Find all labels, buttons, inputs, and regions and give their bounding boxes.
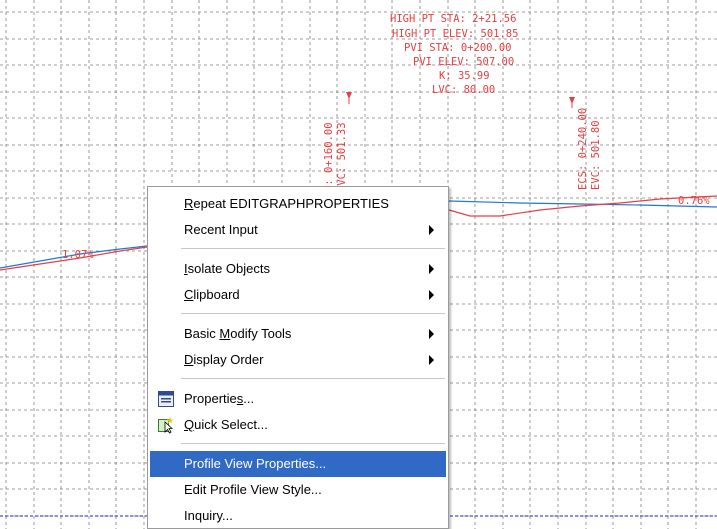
menu-item-quick-select[interactable]: Quick Select... [150,412,446,438]
properties-icon [158,391,174,407]
menu-item-label: Repeat EDITGRAPHPROPERTIES [184,196,389,211]
submenu-arrow-icon [429,225,434,235]
menu-item-inquiry[interactable]: Inquiry... [150,503,446,529]
evc-annotation: ECS: 0+240.00 EVC: 501.80 [577,108,602,190]
menu-separator [181,248,445,249]
submenu-arrow-icon [429,355,434,365]
menu-item-properties[interactable]: Properties... [150,386,446,412]
submenu-arrow-icon [429,264,434,274]
menu-item-label: Recent Input [184,222,258,237]
bvc-station-label: S: 0+160.00 [323,122,335,192]
menu-separator [181,378,445,379]
menu-item-label: Profile View Properties... [184,456,327,471]
k-value-label: K: 35.99 [439,70,490,82]
menu-item-label: Display Order [184,352,264,367]
menu-item-clipboard[interactable]: Clipboard [150,282,446,308]
evc-station-label: ECS: 0+240.00 [577,108,589,190]
menu-item-label: Isolate Objects [184,261,270,276]
bvc-annotation: S: 0+160.00 BVC: 501.33 [323,122,348,192]
menu-item-label: Edit Profile View Style... [184,482,322,497]
menu-item-label: Clipboard [184,287,240,302]
high-pt-sta-label: HIGH PT STA: 2+21.56 [390,13,516,25]
menu-item-label: Properties... [184,391,255,406]
pvi-elev-label: PVI ELEV: 507.00 [413,56,514,68]
bvc-elevation-label: BVC: 501.33 [336,122,348,192]
submenu-arrow-icon [429,329,434,339]
grade-left-label: 1.07% [62,249,94,261]
pvi-sta-label: PVI STA: 0+200.00 [404,42,511,54]
menu-item-label: Basic Modify Tools [184,326,292,341]
menu-item-profile-view-properties[interactable]: Profile View Properties... [150,451,446,477]
menu-item-display-order[interactable]: Display Order [150,347,446,373]
grade-right-label: 0.76% [678,195,710,207]
high-point-annotation: HIGH PT STA: 2+21.56 HIGH PT ELEV: 501.8… [390,13,518,96]
quick-select-icon [158,417,174,434]
menu-item-isolate-objects[interactable]: Isolate Objects [150,256,446,282]
lvc-label: LVC: 80.00 [432,84,495,96]
menu-separator [181,443,445,444]
evc-elevation-label: EVC: 501.80 [590,120,602,190]
menu-separator [181,313,445,314]
menu-item-recent-input[interactable]: Recent Input [150,217,446,243]
high-pt-elev-label: HIGH PT ELEV: 501.85 [392,28,518,40]
menu-item-basic-modify-tools[interactable]: Basic Modify Tools [150,321,446,347]
menu-item-label: Quick Select... [184,417,268,432]
context-menu: Repeat EDITGRAPHPROPERTIES Recent Input … [147,186,449,529]
menu-item-edit-profile-view-style[interactable]: Edit Profile View Style... [150,477,446,503]
menu-item-label: Inquiry... [184,508,233,523]
menu-item-repeat-editgraphproperties[interactable]: Repeat EDITGRAPHPROPERTIES [150,191,446,217]
submenu-arrow-icon [429,290,434,300]
